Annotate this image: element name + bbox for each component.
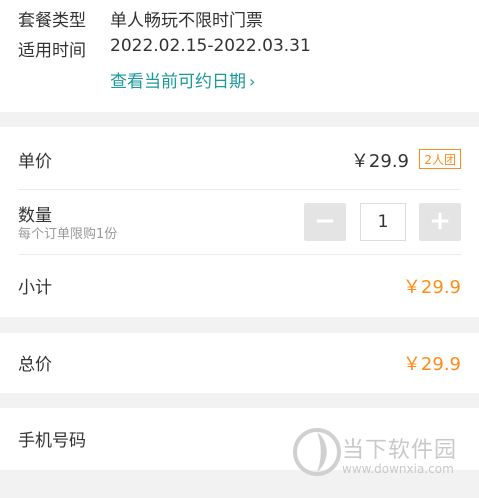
total-value: ￥29.9: [402, 354, 461, 375]
view-available-dates-label: 查看当前可约日期: [110, 72, 246, 92]
package-info-card: 套餐类型 单人畅玩不限时门票 适用时间 2022.02.15-2022.03.3…: [0, 0, 479, 112]
total-row: 总价 ￥29.9: [18, 350, 461, 376]
subtotal-row: 小计 ￥29.9: [18, 273, 461, 299]
package-type-row: 套餐类型 单人畅玩不限时门票: [18, 6, 461, 31]
quantity-limit-hint: 每个订单限购1份: [18, 227, 118, 242]
valid-time-value: 2022.02.15-2022.03.31: [110, 36, 311, 56]
package-type-value: 单人畅玩不限时门票: [110, 11, 263, 31]
group-badge: 2人团: [419, 149, 461, 169]
order-card: 单价 ￥29.9 2人团 数量 每个订单限购1份 − 1 + 小计 ￥29.9: [0, 127, 479, 317]
watermark: 当下软件园 www.downxia.com: [292, 420, 472, 486]
valid-time-label: 适用时间: [18, 41, 86, 61]
watermark-text: 当下软件园: [342, 438, 458, 463]
total-card: 总价 ￥29.9: [0, 333, 479, 393]
phone-label: 手机号码: [18, 431, 86, 451]
package-type-label: 套餐类型: [18, 11, 86, 31]
divider: [18, 189, 461, 190]
unit-price-label: 单价: [18, 152, 52, 172]
view-available-dates-link[interactable]: 查看当前可约日期 ›: [110, 67, 255, 92]
watermark-logo-icon: [293, 428, 341, 476]
decrease-quantity-button[interactable]: −: [304, 203, 346, 241]
subtotal-label: 小计: [18, 278, 52, 298]
quantity-input[interactable]: 1: [360, 203, 406, 241]
subtotal-value: ￥29.9: [402, 277, 461, 298]
unit-price-row: 单价 ￥29.9 2人团: [18, 147, 461, 173]
total-label: 总价: [18, 355, 52, 375]
chevron-right-icon: ›: [249, 72, 256, 91]
divider: [18, 254, 461, 255]
watermark-url: www.downxia.com: [342, 462, 454, 476]
valid-time-row: 适用时间 2022.02.15-2022.03.31: [18, 36, 461, 61]
unit-price-value: ￥29.9: [350, 151, 409, 172]
increase-quantity-button[interactable]: +: [419, 203, 461, 241]
quantity-row: 数量 每个订单限购1份 − 1 +: [18, 199, 461, 247]
